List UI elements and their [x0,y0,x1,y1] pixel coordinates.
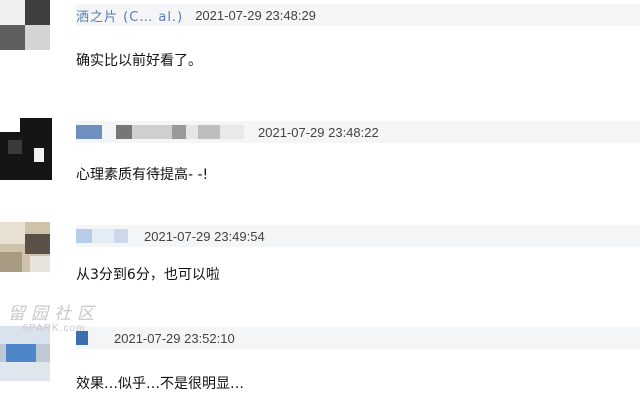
watermark-logo: 留园社区 6PARK.com [8,305,100,334]
comment-timestamp: 2021-07-29 23:49:54 [144,228,265,244]
avatar[interactable] [0,326,50,381]
comment-meta-bar: 2021-07-29 23:52:10 [76,327,640,349]
comment-meta-bar: 2021-07-29 23:49:54 [76,225,640,247]
comment-text: 心理素质有待提高- -! [76,167,209,183]
username-link[interactable] [76,229,128,243]
watermark-cn: 留园社区 [8,304,100,323]
avatar[interactable] [0,0,50,50]
avatar[interactable] [0,118,52,180]
watermark-en: 6PARK.com [22,323,86,334]
comment-timestamp: 2021-07-29 23:48:22 [258,124,379,140]
username-link[interactable] [76,125,244,139]
comment-timestamp: 2021-07-29 23:52:10 [114,330,235,346]
username-link[interactable]: 洒之片 (C… al.) [76,6,183,25]
comment-text: 从3分到6分，也可以啦 [76,267,220,283]
comment-timestamp: 2021-07-29 23:48:29 [195,7,316,23]
avatar[interactable] [0,222,50,272]
comment-meta-bar: 2021-07-29 23:48:22 [76,121,640,143]
comment-text: 确实比以前好看了。 [76,53,202,69]
comment-text: 效果…似乎…不是很明显… [76,376,244,392]
comment-meta-bar: 洒之片 (C… al.) 2021-07-29 23:48:29 [76,4,640,26]
